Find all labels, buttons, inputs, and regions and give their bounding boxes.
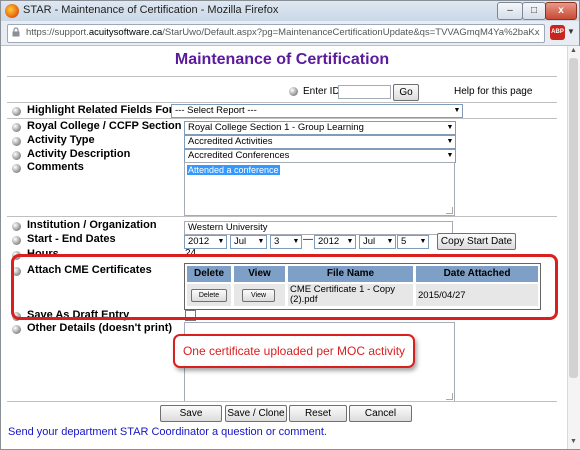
section-select[interactable]: Royal College Section 1 - Group Learning…	[184, 121, 456, 135]
institution-bullet-icon	[12, 222, 21, 231]
divider	[7, 76, 557, 77]
cancel-button[interactable]: Cancel	[349, 405, 412, 422]
highlight-bullet-icon	[12, 107, 21, 116]
scroll-up-icon[interactable]: ▲	[570, 47, 577, 54]
activity-type-bullet-icon	[12, 137, 21, 146]
divider	[7, 102, 557, 103]
coordinator-contact-link[interactable]: Send your department STAR Coordinator a …	[8, 426, 327, 438]
adblock-icon[interactable]: ABP	[550, 25, 565, 40]
activity-type-label: Activity Type	[27, 134, 95, 146]
activity-type-select[interactable]: Accredited Activities ▼	[184, 135, 456, 149]
other-details-label: Other Details (doesn't print)	[27, 322, 173, 334]
activity-description-bullet-icon	[12, 151, 21, 160]
close-window-button[interactable]: x	[545, 2, 577, 20]
resize-grip-icon[interactable]	[446, 393, 453, 400]
resize-grip-icon[interactable]	[446, 207, 453, 214]
chevron-down-icon: ▼	[216, 236, 226, 248]
end-month-select[interactable]: Jul ▼	[359, 235, 396, 249]
page-content: Maintenance of Certification Enter ID Go…	[1, 46, 567, 449]
address-bar[interactable]: https://support.acuitysoftware.ca/StarUw…	[7, 24, 545, 43]
browser-window: STAR - Maintenance of Certification - Mo…	[0, 0, 580, 450]
end-day-select[interactable]: 5 ▼	[397, 235, 429, 249]
navigation-bar: https://support.acuitysoftware.ca/StarUw…	[1, 21, 579, 46]
minimize-button[interactable]: –	[497, 2, 523, 20]
chevron-down-icon: ▼	[256, 236, 266, 248]
copy-start-date-button[interactable]: Copy Start Date	[437, 233, 516, 250]
divider	[7, 118, 557, 119]
activity-description-select[interactable]: Accredited Conferences ▼	[184, 149, 456, 163]
comments-textarea[interactable]: Attended a conference	[184, 162, 455, 216]
save-button[interactable]: Save	[160, 405, 222, 422]
institution-input[interactable]: Western University	[184, 221, 453, 235]
annotation-callout: One certificate uploaded per MOC activit…	[173, 334, 415, 368]
section-label: Royal College / CCFP Section	[27, 120, 182, 132]
firefox-logo-icon	[5, 4, 19, 18]
save-clone-button[interactable]: Save / Clone	[225, 405, 287, 422]
dates-label: Start - End Dates	[27, 233, 116, 245]
section-bullet-icon	[12, 123, 21, 132]
page-title: Maintenance of Certification	[174, 51, 390, 68]
report-select[interactable]: --- Select Report --- ▼	[171, 104, 463, 118]
scroll-down-icon[interactable]: ▼	[570, 438, 577, 445]
enter-id-input[interactable]	[338, 85, 391, 99]
reset-button[interactable]: Reset	[289, 405, 347, 422]
chevron-down-icon: ▼	[345, 236, 355, 248]
window-title: STAR - Maintenance of Certification - Mo…	[23, 4, 279, 16]
dates-bullet-icon	[12, 236, 21, 245]
url-text: https://support.acuitysoftware.ca/StarUw…	[26, 27, 540, 38]
chevron-down-icon: ▼	[445, 136, 455, 148]
chevron-down-icon: ▼	[291, 236, 301, 248]
comments-bullet-icon	[12, 164, 21, 173]
attachment-highlight-box	[11, 254, 558, 320]
divider	[7, 401, 557, 402]
institution-label: Institution / Organization	[27, 219, 157, 231]
date-separator: —	[303, 234, 313, 245]
vertical-scrollbar[interactable]: ▲ ▼	[567, 46, 580, 449]
enter-id-label: Enter ID	[303, 86, 340, 97]
start-year-select[interactable]: 2012 ▼	[184, 235, 227, 249]
chevron-down-icon: ▼	[445, 150, 455, 162]
chevron-down-icon[interactable]: ▼	[567, 27, 575, 36]
chevron-down-icon: ▼	[385, 236, 395, 248]
comments-label: Comments	[27, 161, 84, 173]
chevron-down-icon: ▼	[452, 105, 462, 117]
enter-id-bullet-icon	[289, 87, 298, 96]
highlight-label: Highlight Related Fields For	[27, 104, 174, 116]
activity-description-label: Activity Description	[27, 148, 131, 160]
go-button[interactable]: Go	[393, 84, 419, 101]
maximize-button[interactable]: □	[522, 2, 546, 20]
divider	[7, 216, 557, 217]
start-day-select[interactable]: 3 ▼	[270, 235, 302, 249]
scrollbar-thumb[interactable]	[569, 58, 578, 378]
start-month-select[interactable]: Jul ▼	[230, 235, 267, 249]
other-bullet-icon	[12, 325, 21, 334]
end-year-select[interactable]: 2012 ▼	[314, 235, 356, 249]
help-link[interactable]: Help for this page	[454, 86, 532, 97]
comments-text: Attended a conference	[187, 165, 280, 175]
chevron-down-icon: ▼	[445, 122, 455, 134]
lock-icon	[12, 27, 20, 37]
chevron-down-icon: ▼	[418, 236, 428, 248]
title-bar: STAR - Maintenance of Certification - Mo…	[1, 1, 579, 21]
